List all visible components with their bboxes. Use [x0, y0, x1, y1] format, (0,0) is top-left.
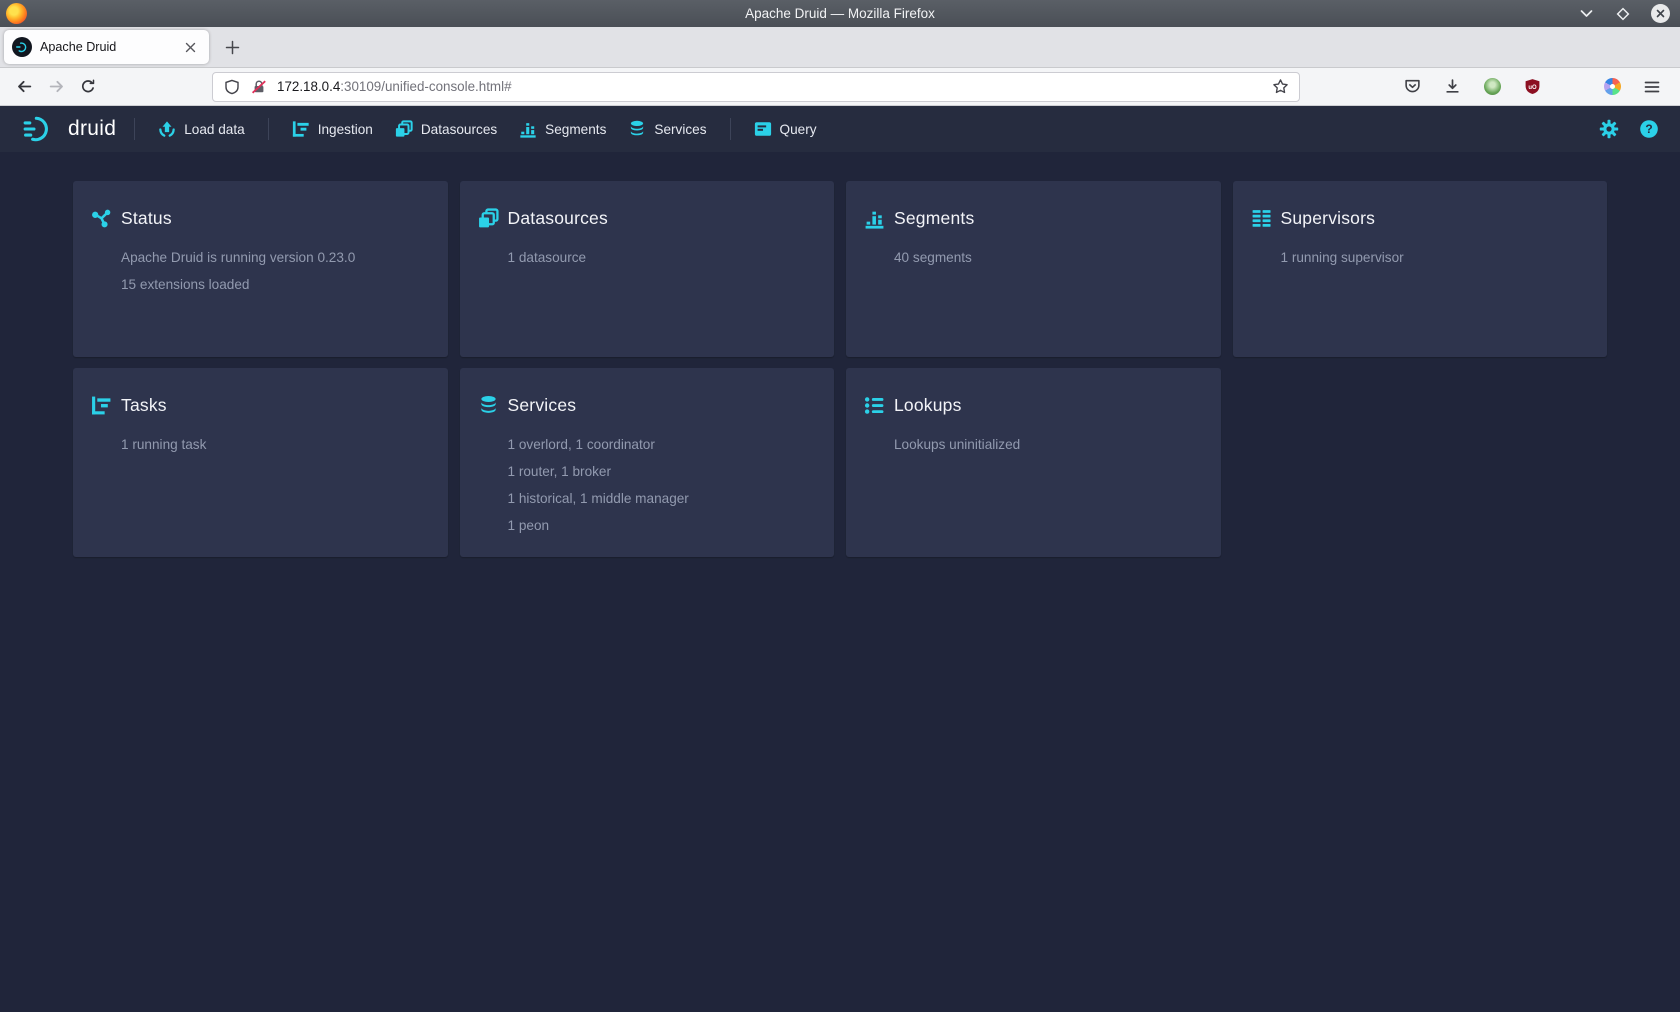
address-text: 172.18.0.4:30109/unified-console.html#	[277, 79, 512, 94]
reload-button[interactable]	[72, 72, 104, 102]
services-line: 1 router, 1 broker	[508, 458, 817, 485]
lookups-status-text: Lookups uninitialized	[894, 431, 1203, 458]
tracking-protection-shield-icon[interactable]	[223, 78, 241, 96]
status-extensions-text: 15 extensions loaded	[121, 271, 430, 298]
nav-item-segments[interactable]: Segments	[508, 106, 617, 152]
close-icon	[1651, 4, 1670, 23]
supervisors-card[interactable]: Supervisors 1 running supervisor	[1233, 181, 1608, 357]
svg-text:uO: uO	[1528, 85, 1537, 91]
datasources-count-text: 1 datasource	[508, 244, 817, 271]
tasks-card[interactable]: Tasks 1 running task	[73, 368, 448, 557]
properties-icon	[864, 395, 885, 416]
tasks-count-text: 1 running task	[121, 431, 430, 458]
address-host: 172.18.0.4	[277, 79, 340, 94]
card-title: Lookups	[894, 395, 962, 416]
segments-count-text: 40 segments	[894, 244, 1203, 271]
address-bar[interactable]: 172.18.0.4:30109/unified-console.html#	[212, 72, 1300, 102]
tab-label: Apache Druid	[40, 40, 171, 54]
upload-icon	[158, 120, 176, 138]
divider	[730, 118, 731, 140]
druid-favicon	[12, 37, 32, 57]
nav-item-query[interactable]: Query	[743, 106, 828, 152]
help-icon: ?	[1639, 119, 1659, 139]
window-maximize-button[interactable]	[1613, 4, 1633, 24]
address-path: :30109/unified-console.html#	[340, 79, 511, 94]
extension-pinwheel-icon[interactable]	[1596, 72, 1628, 102]
nav-item-ingestion[interactable]: Ingestion	[281, 106, 384, 152]
new-tab-button[interactable]	[217, 32, 247, 62]
browser-toolbar: 172.18.0.4:30109/unified-console.html# u…	[0, 68, 1680, 106]
druid-logo-icon	[22, 115, 60, 143]
card-title: Segments	[894, 208, 974, 229]
lookups-card[interactable]: Lookups Lookups uninitialized	[846, 368, 1221, 557]
forward-button[interactable]	[40, 72, 72, 102]
list-columns-icon	[1251, 208, 1272, 229]
datasources-card[interactable]: Datasources 1 datasource	[460, 181, 835, 357]
graph-icon	[91, 208, 112, 229]
nav-label: Datasources	[421, 122, 497, 137]
nav-label: Ingestion	[318, 122, 373, 137]
extension-privacy-icon[interactable]	[1476, 72, 1508, 102]
supervisors-count-text: 1 running supervisor	[1281, 244, 1590, 271]
card-title: Supervisors	[1281, 208, 1376, 229]
bookmark-star-icon[interactable]	[1271, 78, 1289, 96]
help-button[interactable]: ?	[1638, 118, 1660, 140]
tab-close-icon[interactable]	[179, 36, 201, 58]
window-close-button[interactable]	[1650, 4, 1670, 24]
segments-card[interactable]: Segments 40 segments	[846, 181, 1221, 357]
divider	[268, 118, 269, 140]
svg-text:?: ?	[1645, 122, 1652, 136]
status-card[interactable]: Status Apache Druid is running version 0…	[73, 181, 448, 357]
druid-logo-text: druid	[68, 117, 116, 141]
nav-label: Query	[780, 122, 817, 137]
database-icon	[628, 120, 646, 138]
window-minimize-button[interactable]	[1576, 4, 1596, 24]
window-titlebar: Apache Druid — Mozilla Firefox	[0, 0, 1680, 27]
druid-logo[interactable]: druid	[16, 115, 122, 143]
nav-label: Load data	[184, 122, 244, 137]
status-version-text: Apache Druid is running version 0.23.0	[121, 244, 430, 271]
gantt-chart-icon	[292, 120, 310, 138]
nav-label: Segments	[545, 122, 606, 137]
menu-button[interactable]	[1636, 72, 1668, 102]
services-line: 1 peon	[508, 512, 817, 539]
database-icon	[478, 395, 499, 416]
back-button[interactable]	[8, 72, 40, 102]
pocket-button[interactable]	[1396, 72, 1428, 102]
console-icon	[754, 120, 772, 138]
card-title: Services	[508, 395, 577, 416]
downloads-button[interactable]	[1436, 72, 1468, 102]
card-title: Status	[121, 208, 172, 229]
tab-apache-druid[interactable]: Apache Druid	[4, 30, 209, 64]
nav-item-services[interactable]: Services	[617, 106, 717, 152]
nav-label: Services	[654, 122, 706, 137]
gear-icon	[1599, 119, 1619, 139]
services-line: 1 historical, 1 middle manager	[508, 485, 817, 512]
druid-header: druid Load data Ingestion Datasources	[0, 106, 1680, 152]
settings-gear-button[interactable]	[1598, 118, 1620, 140]
extension-ublock-icon[interactable]: uO	[1516, 72, 1548, 102]
card-title: Tasks	[121, 395, 167, 416]
stacked-bar-chart-icon	[519, 120, 537, 138]
multi-select-icon	[395, 120, 413, 138]
home-view: Status Apache Druid is running version 0…	[0, 152, 1680, 586]
insecure-lock-icon[interactable]	[250, 78, 268, 96]
nav-item-datasources[interactable]: Datasources	[384, 106, 508, 152]
divider	[134, 118, 135, 140]
services-card[interactable]: Services 1 overlord, 1 coordinator 1 rou…	[460, 368, 835, 557]
tab-bar: Apache Druid	[0, 27, 1680, 68]
window-title: Apache Druid — Mozilla Firefox	[0, 6, 1680, 21]
stacked-bar-chart-icon	[864, 208, 885, 229]
services-line: 1 overlord, 1 coordinator	[508, 431, 817, 458]
card-title: Datasources	[508, 208, 608, 229]
multi-select-icon	[478, 208, 499, 229]
extension-cookie-icon[interactable]	[1556, 72, 1588, 102]
gantt-chart-icon	[91, 395, 112, 416]
nav-item-load-data[interactable]: Load data	[147, 106, 255, 152]
